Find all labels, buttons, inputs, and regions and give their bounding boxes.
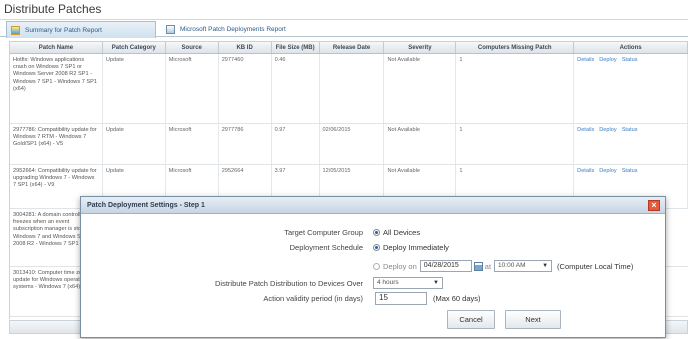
source-cell: Microsoft [166, 54, 219, 123]
tab-patch-summary[interactable]: Summary for Patch Report [6, 21, 156, 38]
column-header-patch-name[interactable]: Patch Name [10, 42, 103, 53]
dialog-title: Patch Deployment Settings - Step 1 [87, 201, 205, 209]
tab-label: Microsoft Patch Deployments Report [180, 26, 286, 33]
category-cell: Update [103, 54, 166, 123]
at-label: at [484, 261, 492, 271]
distribution-label: Distribute Patch Distribution to Devices… [215, 279, 363, 288]
page-title: Distribute Patches [4, 2, 102, 16]
radio-selected-icon [373, 229, 380, 236]
deploy-on-row: Deploy on 04/28/2015 at 10:00 AM ▼ (Comp… [373, 260, 633, 272]
distribution-select[interactable]: 4 hours ▼ [373, 277, 443, 289]
column-header-file-size[interactable]: File Size (MB) [272, 42, 320, 53]
column-header-source[interactable]: Source [166, 42, 219, 53]
category-cell: Update [103, 124, 166, 164]
deploy-link[interactable]: Deploy [599, 127, 616, 161]
patch-name-cell: 2977786: Compatibility update for Window… [10, 124, 103, 164]
deploy-link[interactable]: Deploy [599, 57, 616, 120]
column-header-actions: Actions [574, 42, 688, 53]
target-group-all-devices[interactable]: All Devices [373, 228, 420, 237]
column-header-category[interactable]: Patch Category [103, 42, 166, 53]
actions-cell: Details Deploy Status [574, 124, 688, 164]
radio-selected-icon [373, 244, 380, 251]
validity-days-input[interactable]: 15 [375, 292, 427, 305]
file-size-cell: 0.46 [272, 54, 320, 123]
kb-id-cell: 2977460 [219, 54, 272, 123]
table-row: Hotfix: Windows applications crash on Wi… [10, 54, 688, 124]
missing-count-cell: 1 [456, 124, 575, 164]
details-link[interactable]: Details [577, 57, 594, 120]
patch-name-cell: Hotfix: Windows applications crash on Wi… [10, 54, 103, 123]
release-date-cell: 02/06/2015 [320, 124, 385, 164]
details-link[interactable]: Details [577, 127, 594, 161]
kb-id-cell: 2977786 [219, 124, 272, 164]
close-icon[interactable]: × [648, 200, 660, 211]
missing-count-cell: 1 [456, 54, 575, 123]
cancel-button[interactable]: Cancel [447, 310, 495, 329]
column-header-release-date[interactable]: Release Date [320, 42, 385, 53]
release-date-cell [320, 54, 385, 123]
column-header-severity[interactable]: Severity [384, 42, 457, 53]
file-size-cell: 0.97 [272, 124, 320, 164]
dialog-header: Patch Deployment Settings - Step 1 [81, 197, 665, 214]
column-header-kb-id[interactable]: KB ID [219, 42, 272, 53]
calendar-icon[interactable] [473, 261, 483, 271]
source-cell: Microsoft [166, 124, 219, 164]
deploy-time-select[interactable]: 10:00 AM ▼ [494, 260, 553, 272]
radio-unselected-icon[interactable] [373, 262, 380, 270]
selected-distribution: 4 hours [377, 279, 399, 286]
report-icon [11, 25, 20, 35]
selected-time: 10:00 AM [498, 262, 526, 269]
chevron-down-icon: ▼ [433, 280, 439, 286]
report-tabbar: Summary for Patch Report Microsoft Patch… [0, 19, 688, 38]
option-label: All Devices [383, 228, 421, 237]
deploy-date-input[interactable]: 04/28/2015 [419, 260, 472, 272]
deploy-immediately-radio[interactable]: Deploy Immediately [373, 243, 449, 252]
actions-cell: Details Deploy Status [574, 54, 688, 123]
option-label: Deploy Immediately [383, 243, 449, 252]
deploy-on-label: Deploy on [383, 261, 417, 271]
status-link[interactable]: Status [622, 127, 638, 161]
chevron-down-icon: ▼ [542, 263, 549, 269]
next-button[interactable]: Next [505, 310, 561, 329]
status-link[interactable]: Status [622, 57, 638, 120]
patch-deployment-dialog: Patch Deployment Settings - Step 1 × Tar… [80, 196, 666, 338]
target-group-label: Target Computer Group [284, 228, 363, 237]
severity-cell: Not Available [384, 124, 457, 164]
validity-label: Action validity period (in days) [263, 294, 363, 303]
column-header-computers-missing[interactable]: Computers Missing Patch [456, 42, 575, 53]
table-icon [166, 25, 175, 34]
tab-label: Summary for Patch Report [25, 26, 102, 34]
table-row: 2977786: Compatibility update for Window… [10, 124, 688, 165]
local-time-note: (Computer Local Time) [557, 261, 634, 271]
table-header: Patch Name Patch Category Source KB ID F… [10, 41, 688, 54]
tab-microsoft-patch-deployments[interactable]: Microsoft Patch Deployments Report [162, 21, 322, 38]
schedule-label: Deployment Schedule [289, 243, 363, 252]
severity-cell: Not Available [384, 54, 457, 123]
validity-note: (Max 60 days) [433, 294, 481, 303]
